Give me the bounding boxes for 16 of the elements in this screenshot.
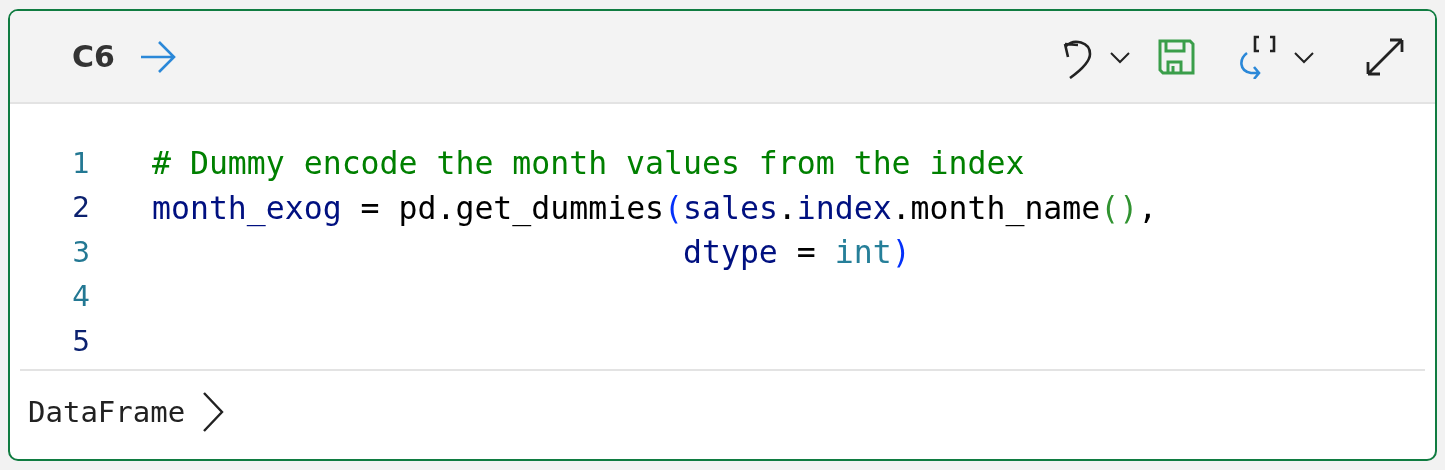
line-number: 5 (71, 324, 91, 358)
chevron-right-icon[interactable] (201, 391, 226, 433)
arrow-right-icon[interactable] (138, 38, 177, 75)
code-line: # Dummy encode the month values from the index (152, 145, 1025, 182)
line-number: 1 (71, 146, 91, 180)
save-icon[interactable] (1157, 37, 1195, 76)
line-number: 2 (71, 191, 91, 225)
line-number: 4 (71, 280, 91, 314)
chevron-down-icon[interactable] (1109, 49, 1131, 64)
expand-icon[interactable] (1365, 36, 1405, 77)
line-number: 3 (71, 235, 91, 269)
chevron-down-icon[interactable] (1293, 49, 1315, 64)
output-type-label: DataFrame (28, 395, 186, 429)
code-line: month_exog = pd.get_dummies(sales.index.month_name(), (152, 189, 1158, 226)
cell-label: C6 (72, 39, 115, 74)
code-line: dtype = int) (683, 234, 911, 271)
